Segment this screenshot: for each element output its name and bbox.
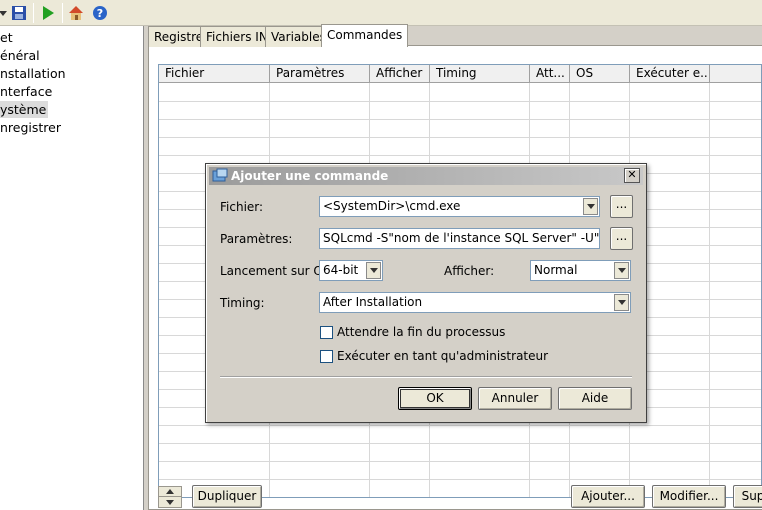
- grid-line: [159, 137, 761, 138]
- toolbar-separator: [62, 3, 63, 23]
- move-up-icon[interactable]: [159, 487, 181, 497]
- file-label: Fichier:: [220, 200, 264, 214]
- home-icon[interactable]: [67, 4, 85, 22]
- grid-line: [159, 479, 761, 480]
- tree-item[interactable]: nregistrer: [0, 119, 63, 136]
- timing-value: After Installation: [323, 295, 423, 309]
- modify-button[interactable]: Modifier...: [652, 485, 726, 508]
- column-header-parametres[interactable]: Paramètres: [270, 65, 370, 83]
- timing-label: Timing:: [220, 296, 265, 310]
- admin-label[interactable]: Exécuter en tant qu'administrateur: [337, 349, 548, 363]
- save-icon[interactable]: [10, 4, 28, 22]
- help-icon[interactable]: ?: [91, 4, 109, 22]
- params-label: Paramètres:: [220, 232, 293, 246]
- column-header-executer[interactable]: Exécuter e...: [630, 65, 710, 83]
- grid-line: [159, 443, 761, 444]
- tree-item[interactable]: nterface: [0, 83, 54, 100]
- reorder-stepper[interactable]: [158, 486, 182, 508]
- table-header: Fichier Paramètres Afficher Timing Att..…: [159, 65, 761, 83]
- grid-line: [159, 101, 761, 102]
- add-command-dialog: Ajouter une commande ✕ Fichier: <SystemD…: [205, 163, 647, 423]
- grid-line: [159, 155, 761, 156]
- tree-item[interactable]: énéral: [0, 47, 42, 64]
- wait-checkbox[interactable]: [320, 326, 333, 339]
- ok-button[interactable]: OK: [398, 387, 472, 410]
- toolbar: ?: [0, 0, 762, 26]
- tab-commandes[interactable]: Commandes: [321, 24, 409, 47]
- svg-text:?: ?: [97, 7, 103, 20]
- toolbar-separator: [33, 3, 34, 23]
- grid-line: [709, 83, 710, 497]
- timing-select[interactable]: After Installation: [319, 292, 631, 313]
- column-header-attendre[interactable]: Att...: [530, 65, 570, 83]
- tree-item-selected[interactable]: ystème: [0, 101, 49, 118]
- chevron-down-icon[interactable]: [583, 198, 598, 215]
- tree-item[interactable]: et: [0, 29, 15, 46]
- tree-item[interactable]: nstallation: [0, 65, 68, 82]
- cancel-button[interactable]: Annuler: [478, 387, 552, 410]
- navigation-tree: et énéral nstallation nterface ystème nr…: [0, 26, 144, 510]
- grid-line: [159, 461, 761, 462]
- grid-line: [159, 119, 761, 120]
- help-button[interactable]: Aide: [558, 387, 632, 410]
- admin-checkbox[interactable]: [320, 350, 333, 363]
- os-label: Lancement sur OS:: [220, 264, 335, 278]
- os-select[interactable]: 64-bit: [319, 260, 383, 281]
- browse-params-button[interactable]: ...: [610, 227, 633, 250]
- dialog-separator: [220, 376, 632, 378]
- delete-button[interactable]: Sup: [733, 485, 762, 508]
- file-value: <SystemDir>\cmd.exe: [323, 199, 461, 213]
- show-select[interactable]: Normal: [530, 260, 631, 281]
- chevron-down-icon[interactable]: [614, 294, 629, 311]
- dialog-app-icon: [212, 168, 228, 187]
- dialog-titlebar[interactable]: Ajouter une commande ✕: [209, 167, 643, 185]
- show-value: Normal: [534, 263, 578, 277]
- dialog-title: Ajouter une commande: [231, 169, 389, 183]
- run-icon[interactable]: [39, 4, 57, 22]
- file-combobox[interactable]: <SystemDir>\cmd.exe: [319, 196, 600, 217]
- add-button[interactable]: Ajouter...: [571, 485, 645, 508]
- show-label: Afficher:: [444, 264, 495, 278]
- column-header-afficher[interactable]: Afficher: [370, 65, 430, 83]
- duplicate-button[interactable]: Dupliquer: [192, 485, 262, 508]
- column-header-timing[interactable]: Timing: [430, 65, 530, 83]
- chevron-down-icon[interactable]: [614, 262, 629, 279]
- move-down-icon[interactable]: [159, 497, 181, 507]
- grid-line: [159, 425, 761, 426]
- browse-file-button[interactable]: ...: [610, 195, 633, 218]
- os-value: 64-bit: [323, 263, 359, 277]
- wait-label[interactable]: Attendre la fin du processus: [337, 325, 505, 339]
- params-input[interactable]: SQLcmd -S"nom de l'instance SQL Server" …: [319, 228, 600, 249]
- close-button[interactable]: ✕: [624, 168, 640, 183]
- column-header-fichier[interactable]: Fichier: [159, 65, 270, 83]
- chevron-down-icon[interactable]: [366, 262, 381, 279]
- column-header-os[interactable]: OS: [570, 65, 630, 83]
